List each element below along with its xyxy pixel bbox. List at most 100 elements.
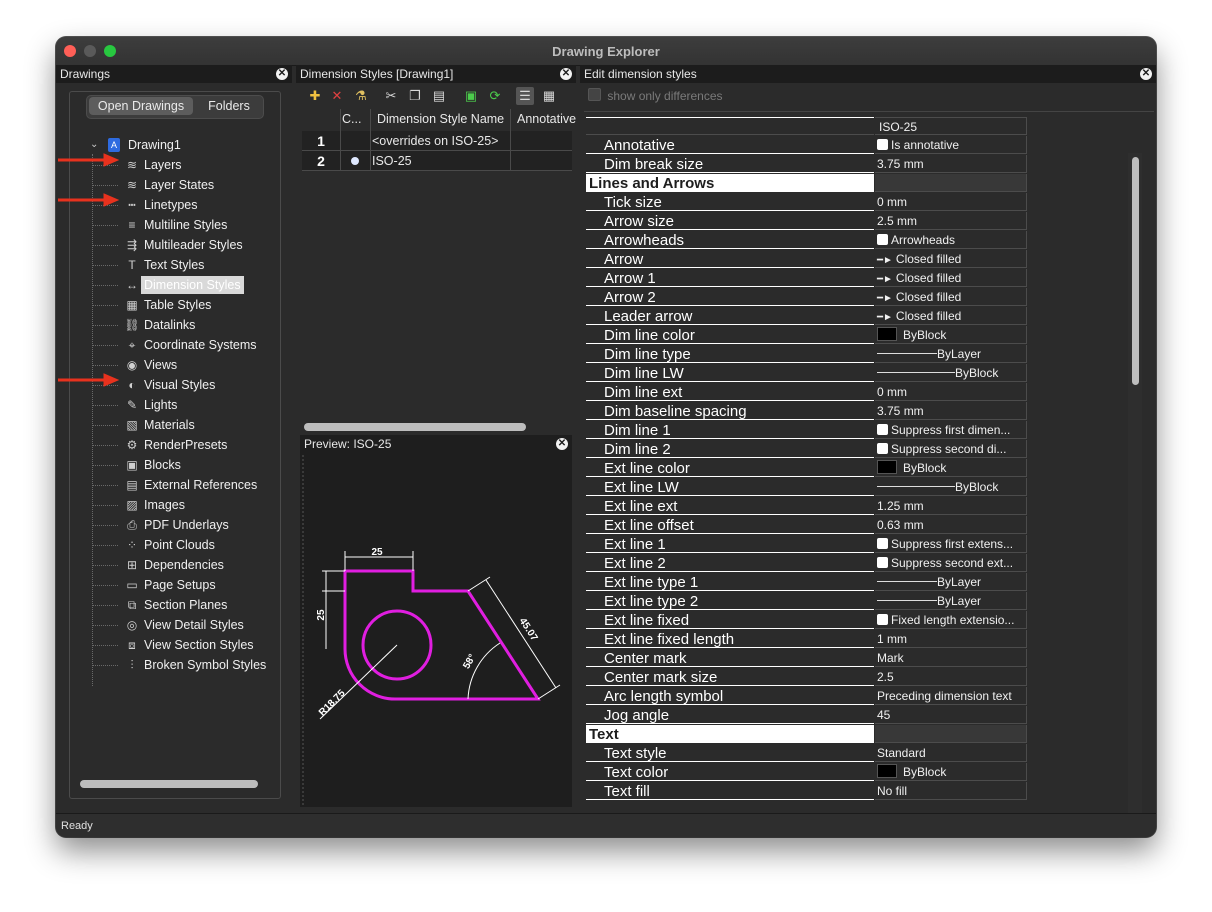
refresh-icon[interactable]: ⟳	[486, 87, 504, 105]
checkbox[interactable]	[877, 557, 888, 568]
property-value[interactable]: 45	[875, 706, 1027, 724]
property-value[interactable]: Preceding dimension text	[875, 687, 1027, 705]
property-row[interactable]: Ext line fixed Fixed length extensio...	[586, 611, 1027, 630]
property-row[interactable]: Ext line 2 Suppress second ext...	[586, 554, 1027, 573]
property-row[interactable]: Text color ByBlock	[586, 763, 1027, 782]
property-value[interactable]: 2.5 mm	[875, 212, 1027, 230]
column-current[interactable]: C...	[342, 109, 370, 129]
property-value[interactable]: ByBlock	[875, 478, 1027, 496]
property-row[interactable]: Dim line 1 Suppress first dimen...	[586, 421, 1027, 440]
property-value[interactable]: ━► Closed filled	[875, 288, 1027, 306]
property-row[interactable]: Ext line fixed length 1 mm	[586, 630, 1027, 649]
property-value[interactable]: 0 mm	[875, 383, 1027, 401]
paste-icon[interactable]: ▤	[430, 87, 448, 105]
property-value[interactable]: ━► Closed filled	[875, 269, 1027, 287]
property-value[interactable]: ByLayer	[875, 573, 1027, 591]
property-value[interactable]: ByBlock	[875, 459, 1027, 477]
property-value[interactable]: Standard	[875, 744, 1027, 762]
property-value[interactable]: 1 mm	[875, 630, 1027, 648]
property-value[interactable]: ByLayer	[875, 592, 1027, 610]
new-style-icon[interactable]: ✚	[306, 87, 324, 105]
property-row[interactable]: Center mark size 2.5	[586, 668, 1027, 687]
property-value[interactable]: 0 mm	[875, 193, 1027, 211]
property-row[interactable]: Jog angle 45	[586, 706, 1027, 725]
property-row[interactable]: Dim line 2 Suppress second di...	[586, 440, 1027, 459]
property-row[interactable]: Ext line ext 1.25 mm	[586, 497, 1027, 516]
tab-folders[interactable]: Folders	[195, 96, 263, 116]
expand-chevron-icon[interactable]: ⌄	[90, 136, 98, 154]
property-value[interactable]: Suppress first extens...	[875, 535, 1027, 553]
property-value[interactable]: ByBlock	[875, 763, 1027, 781]
close-dimension-styles-panel-icon[interactable]: ✕	[560, 68, 572, 80]
tab-open-drawings[interactable]: Open Drawings	[89, 97, 193, 115]
set-current-icon[interactable]: ▣	[462, 87, 480, 105]
show-differences-checkbox[interactable]	[588, 88, 601, 101]
close-preview-icon[interactable]: ✕	[556, 438, 568, 450]
property-value[interactable]: Suppress second ext...	[875, 554, 1027, 572]
property-row[interactable]: Ext line 1 Suppress first extens...	[586, 535, 1027, 554]
property-value[interactable]: ByBlock	[875, 326, 1027, 344]
property-value[interactable]: Mark	[875, 649, 1027, 667]
property-row[interactable]: Dim line color ByBlock	[586, 326, 1027, 345]
checkbox[interactable]	[877, 538, 888, 549]
table-row[interactable]: 1 <overrides on ISO-25>	[302, 131, 572, 151]
property-value[interactable]: No fill	[875, 782, 1027, 800]
checkbox[interactable]	[877, 424, 888, 435]
grid-horizontal-scrollbar[interactable]	[304, 423, 526, 431]
property-row[interactable]: Ext line color ByBlock	[586, 459, 1027, 478]
close-drawings-panel-icon[interactable]: ✕	[276, 68, 288, 80]
property-row[interactable]: Text fill No fill	[586, 782, 1027, 801]
property-value[interactable]: Fixed length extensio...	[875, 611, 1027, 629]
property-value[interactable]: ByLayer	[875, 345, 1027, 363]
property-row[interactable]: Arrowheads Arrowheads	[586, 231, 1027, 250]
property-value[interactable]: ByBlock	[875, 364, 1027, 382]
tree-horizontal-scrollbar[interactable]	[80, 780, 258, 788]
copy-icon[interactable]: ❐	[406, 87, 424, 105]
property-value[interactable]: ━► Closed filled	[875, 250, 1027, 268]
property-row[interactable]: Ext line type 2 ByLayer	[586, 592, 1027, 611]
property-value[interactable]: 0.63 mm	[875, 516, 1027, 534]
property-value[interactable]: 1.25 mm	[875, 497, 1027, 515]
property-value[interactable]: 3.75 mm	[875, 402, 1027, 420]
property-row[interactable]: Annotative Is annotative	[586, 136, 1027, 155]
property-scrollbar[interactable]	[1132, 157, 1139, 385]
cut-icon[interactable]: ✂	[382, 87, 400, 105]
property-row[interactable]: Ext line offset 0.63 mm	[586, 516, 1027, 535]
checkbox[interactable]	[877, 443, 888, 454]
property-row[interactable]: Arrow size 2.5 mm	[586, 212, 1027, 231]
property-value[interactable]: Arrowheads	[875, 231, 1027, 249]
table-row[interactable]: 2 ISO-25	[302, 151, 572, 171]
column-annotative[interactable]: Annotative	[517, 109, 577, 129]
checkbox[interactable]	[877, 234, 888, 245]
property-row[interactable]: Dim baseline spacing 3.75 mm	[586, 402, 1027, 421]
close-edit-panel-icon[interactable]: ✕	[1140, 68, 1152, 80]
checkbox[interactable]	[877, 614, 888, 625]
checkbox[interactable]	[877, 139, 888, 150]
property-row[interactable]: Arc length symbol Preceding dimension tex…	[586, 687, 1027, 706]
property-row[interactable]: Dim break size 3.75 mm	[586, 155, 1027, 174]
grid-view-icon[interactable]: ▦	[540, 87, 558, 105]
property-row[interactable]: Tick size 0 mm	[586, 193, 1027, 212]
delete-style-icon[interactable]: ✕	[328, 87, 346, 105]
property-row[interactable]: Leader arrow ━► Closed filled	[586, 307, 1027, 326]
property-row[interactable]: Dim line type ByLayer	[586, 345, 1027, 364]
show-differences-toggle[interactable]: show only differences	[588, 88, 723, 104]
column-style-name[interactable]: Dimension Style Name	[377, 109, 515, 129]
property-row[interactable]: Arrow 1 ━► Closed filled	[586, 269, 1027, 288]
property-row[interactable]: Arrow 2 ━► Closed filled	[586, 288, 1027, 307]
list-view-icon[interactable]: ☰	[516, 87, 534, 105]
property-row[interactable]: Dim line LW ByBlock	[586, 364, 1027, 383]
property-value[interactable]: Suppress first dimen...	[875, 421, 1027, 439]
property-value[interactable]: Is annotative	[875, 136, 1027, 154]
property-row[interactable]: Ext line type 1 ByLayer	[586, 573, 1027, 592]
property-row[interactable]: Arrow ━► Closed filled	[586, 250, 1027, 269]
property-row[interactable]: Text style Standard	[586, 744, 1027, 763]
property-value[interactable]: 3.75 mm	[875, 155, 1027, 173]
property-row[interactable]: Ext line LW ByBlock	[586, 478, 1027, 497]
property-value[interactable]: ━► Closed filled	[875, 307, 1027, 325]
property-row[interactable]: Dim line ext 0 mm	[586, 383, 1027, 402]
property-value[interactable]: Suppress second di...	[875, 440, 1027, 458]
property-value[interactable]: 2.5	[875, 668, 1027, 686]
property-row[interactable]: Center mark Mark	[586, 649, 1027, 668]
purge-icon[interactable]: ⚗	[352, 87, 370, 105]
